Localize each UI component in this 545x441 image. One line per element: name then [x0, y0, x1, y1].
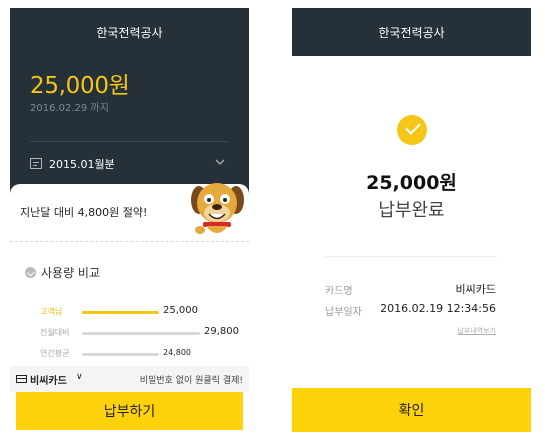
- usage-row-label: 고객님: [40, 307, 63, 316]
- divider: [325, 256, 497, 257]
- bill-payment-screen: 한국전력공사 25,000원 2016.02.29 까지 2015.01월분 지…: [10, 8, 249, 433]
- card-name: 비씨카드: [30, 376, 67, 387]
- chevron-down-icon: ∨: [76, 372, 83, 382]
- due-date: 2016.02.29 까지: [30, 103, 109, 114]
- pay-button[interactable]: 납부하기: [16, 392, 243, 430]
- usage-section-title: 사용량 비교: [41, 266, 101, 280]
- card-promo-text: 비밀번호 없이 원클릭 결제!: [139, 376, 243, 386]
- payment-status: 납부완료: [378, 200, 445, 221]
- card-selector-row[interactable]: 비씨카드 ∨ 비밀번호 없이 원클릭 결제!: [10, 366, 249, 392]
- dashed-divider: [10, 241, 249, 242]
- usage-bar: [82, 332, 200, 335]
- payment-complete-screen: 한국전력공사 25,000원 납부완료 카드명 비씨카드 납부일자 2016.0…: [292, 8, 531, 433]
- usage-row: 전월대비 29,800: [40, 326, 240, 340]
- usage-row-value: 29,800: [204, 326, 239, 337]
- card-icon: [16, 375, 27, 383]
- date-label: 납부일자: [325, 307, 362, 318]
- usage-bar: [82, 353, 159, 356]
- confirm-button[interactable]: 확인: [292, 388, 531, 432]
- usage-row-value: 25,000: [163, 305, 198, 316]
- usage-row-value: 24,800: [163, 348, 191, 357]
- header-title: 한국전력공사: [378, 26, 445, 40]
- usage-row-label: 전월대비: [40, 328, 70, 337]
- check-circle-icon: [397, 115, 427, 145]
- divider: [30, 141, 228, 142]
- usage-row: 고객님 25,000: [40, 305, 240, 319]
- header-title: 한국전력공사: [96, 26, 163, 40]
- paid-amount: 25,000원: [366, 172, 457, 194]
- mascot-dog: [191, 183, 244, 234]
- usage-row: 연간평균 24,800: [40, 347, 240, 361]
- savings-message: 지난달 대비 4,800원 절약!: [20, 206, 148, 219]
- month-selector[interactable]: 2015.01월분: [30, 155, 228, 173]
- check-dot-icon: [25, 267, 36, 278]
- chevron-down-icon: [215, 159, 225, 165]
- usage-row-label: 연간평균: [40, 349, 70, 358]
- usage-bar: [82, 311, 159, 314]
- bill-amount: 25,000원: [30, 73, 130, 99]
- card-value: 비씨카드: [455, 283, 496, 296]
- payment-history-link[interactable]: 납부내역보기: [457, 326, 496, 336]
- card-label: 카드명: [325, 286, 353, 297]
- calendar-icon: [30, 158, 42, 169]
- date-value: 2016.02.19 12:34:56: [380, 302, 496, 315]
- month-label: 2015.01월분: [49, 158, 115, 171]
